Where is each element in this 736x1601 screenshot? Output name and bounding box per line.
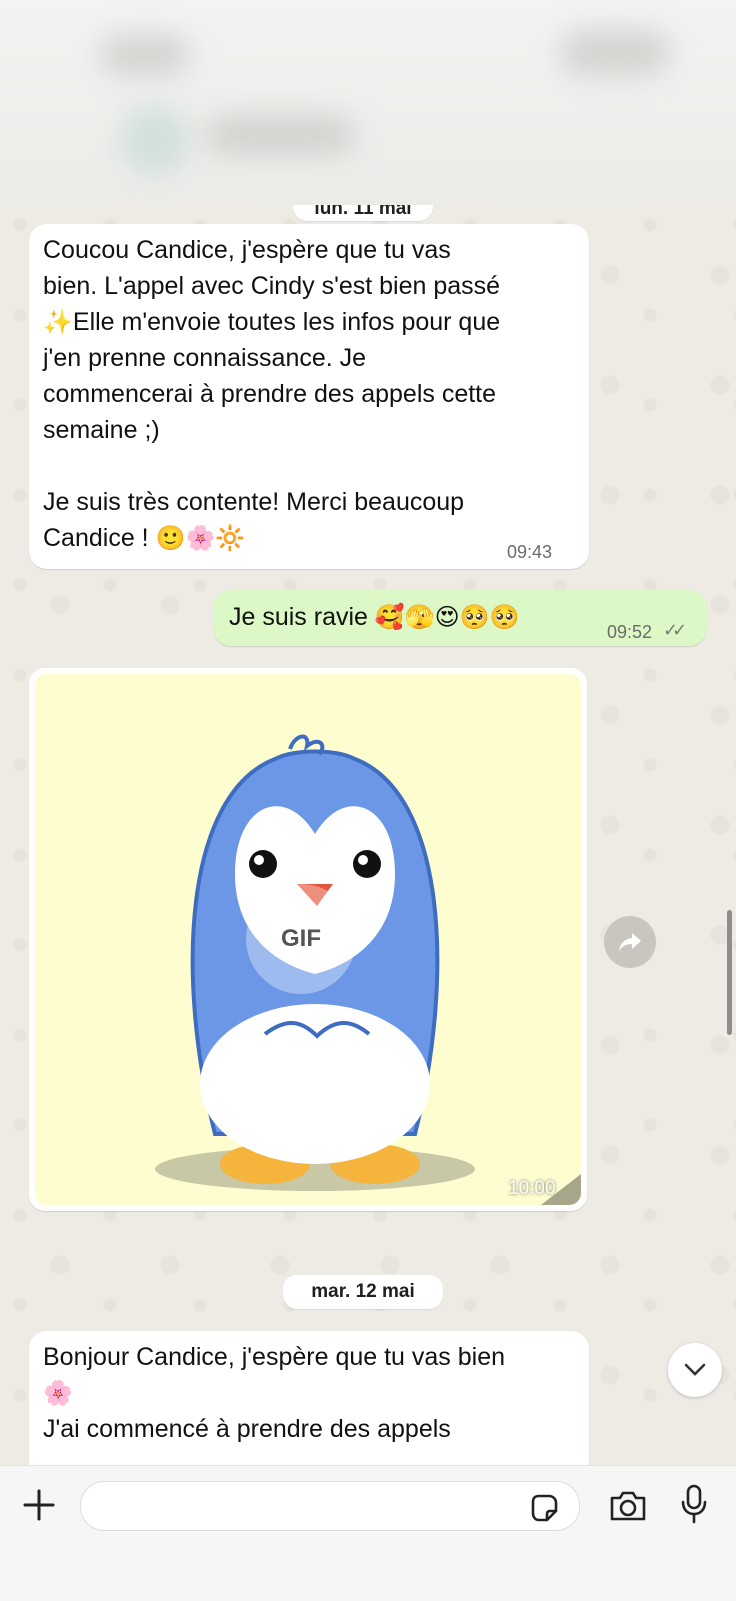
date-chip: mar. 12 mai: [283, 1275, 443, 1309]
sticker-button[interactable]: [524, 1488, 564, 1528]
incoming-message[interactable]: Bonjour Candice, j'espère que tu vas bie…: [29, 1331, 589, 1465]
message-line: commencerai à prendre des appels cette: [43, 380, 497, 408]
read-receipt-icon: ✓✓: [663, 620, 687, 640]
message-line: semaine ;): [43, 416, 160, 444]
message-line: Je suis très contente! Merci beaucoup: [43, 488, 465, 516]
message-line: Coucou Candice, j'espère que tu vas: [43, 236, 451, 264]
scroll-to-bottom-button[interactable]: [668, 1343, 722, 1397]
message-time: 09:43: [507, 542, 553, 562]
date-chip: lun. 11 mai: [293, 205, 433, 221]
flower-emoji: 🌸: [43, 1379, 73, 1407]
gif-badge: GIF: [246, 884, 356, 994]
message-time: 09:52: [607, 622, 653, 642]
microphone-button[interactable]: [672, 1478, 716, 1530]
message-line: Elle m'envoie toutes les infos pour que: [72, 308, 501, 336]
message-emoji: 🙂🌸🔆: [155, 524, 246, 552]
message-input[interactable]: [80, 1481, 580, 1531]
chevron-down-icon: [684, 1363, 706, 1376]
camera-button[interactable]: [604, 1484, 652, 1528]
message-emoji: 🥰🫣😍🥺🥺: [374, 603, 520, 631]
microphone-icon: [681, 1484, 707, 1524]
message-time: 10:00: [508, 1178, 556, 1199]
message-line: Bonjour Candice, j'espère que tu vas bie…: [43, 1343, 506, 1371]
message-line: bien. L'appel avec Cindy s'est bien pass…: [43, 272, 501, 300]
forward-button[interactable]: [604, 916, 656, 968]
plus-icon: [23, 1489, 55, 1521]
scrollbar-thumb[interactable]: [727, 910, 732, 1035]
message-input-bar: [0, 1465, 736, 1601]
incoming-message[interactable]: Coucou Candice, j'espère que tu vas bien…: [29, 224, 589, 569]
camera-icon: [610, 1491, 646, 1521]
forward-icon: [619, 933, 641, 951]
attach-button[interactable]: [16, 1482, 62, 1528]
sparkles-emoji: ✨: [43, 308, 73, 336]
message-text: Je suis ravie: [229, 603, 368, 631]
outgoing-message[interactable]: Je suis ravie 🥰🫣😍🥺🥺 09:52 ✓✓: [213, 590, 707, 646]
message-line: J'ai commencé à prendre des appels: [43, 1415, 451, 1443]
chat-header-blurred: [0, 0, 736, 205]
message-line: Candice !: [43, 524, 149, 552]
message-line: j'en prenne connaissance. Je: [43, 344, 367, 372]
sticker-icon: [531, 1494, 558, 1522]
